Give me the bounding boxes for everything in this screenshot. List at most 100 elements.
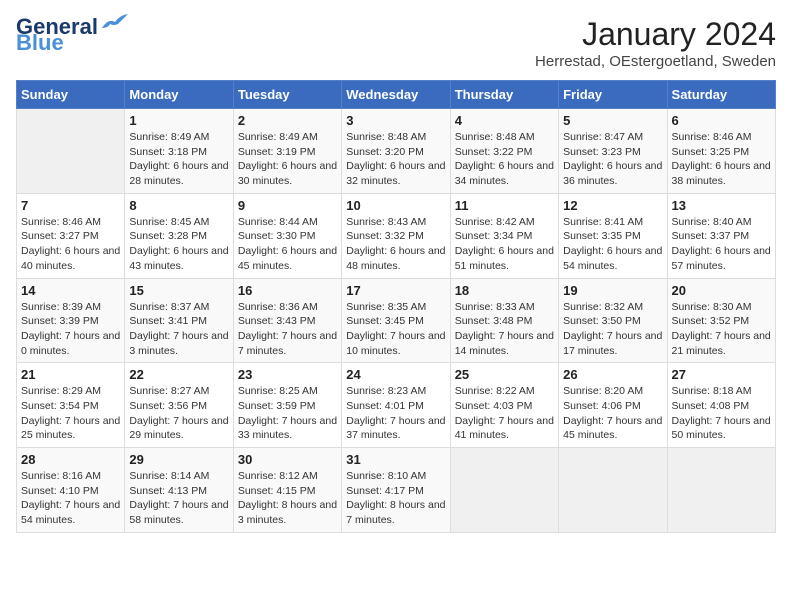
day-number: 27 xyxy=(672,367,771,382)
day-number: 12 xyxy=(563,198,662,213)
day-number: 6 xyxy=(672,113,771,128)
day-number: 31 xyxy=(346,452,445,467)
day-detail: Sunrise: 8:49 AM Sunset: 3:18 PM Dayligh… xyxy=(129,130,228,189)
day-number: 20 xyxy=(672,283,771,298)
logo: General Blue xyxy=(16,16,130,56)
day-detail: Sunrise: 8:48 AM Sunset: 3:20 PM Dayligh… xyxy=(346,130,445,189)
day-detail: Sunrise: 8:22 AM Sunset: 4:03 PM Dayligh… xyxy=(455,384,554,443)
day-number: 10 xyxy=(346,198,445,213)
day-number: 2 xyxy=(238,113,337,128)
calendar-cell: 31 Sunrise: 8:10 AM Sunset: 4:17 PM Dayli… xyxy=(342,448,450,533)
day-detail: Sunrise: 8:18 AM Sunset: 4:08 PM Dayligh… xyxy=(672,384,771,443)
calendar-cell: 27 Sunrise: 8:18 AM Sunset: 4:08 PM Dayli… xyxy=(667,363,775,448)
day-number: 7 xyxy=(21,198,120,213)
calendar-cell: 18 Sunrise: 8:33 AM Sunset: 3:48 PM Dayli… xyxy=(450,278,558,363)
calendar-cell: 29 Sunrise: 8:14 AM Sunset: 4:13 PM Dayli… xyxy=(125,448,233,533)
calendar-cell: 30Sunrise: 8:12 AM Sunset: 4:15 PM Dayli… xyxy=(233,448,341,533)
day-detail: Sunrise: 8:44 AM Sunset: 3:30 PM Dayligh… xyxy=(238,215,337,274)
day-detail: Sunrise: 8:39 AM Sunset: 3:39 PM Dayligh… xyxy=(21,300,120,359)
day-number: 9 xyxy=(238,198,337,213)
day-detail: Sunrise: 8:43 AM Sunset: 3:32 PM Dayligh… xyxy=(346,215,445,274)
calendar-cell: 7 Sunrise: 8:46 AM Sunset: 3:27 PM Daylig… xyxy=(17,193,125,278)
day-number: 5 xyxy=(563,113,662,128)
calendar-cell: 11 Sunrise: 8:42 AM Sunset: 3:34 PM Dayli… xyxy=(450,193,558,278)
day-detail: Sunrise: 8:12 AM Sunset: 4:15 PM Dayligh… xyxy=(238,469,337,528)
day-detail: Sunrise: 8:45 AM Sunset: 3:28 PM Dayligh… xyxy=(129,215,228,274)
day-number: 25 xyxy=(455,367,554,382)
calendar-cell: 15 Sunrise: 8:37 AM Sunset: 3:41 PM Dayli… xyxy=(125,278,233,363)
day-detail: Sunrise: 8:47 AM Sunset: 3:23 PM Dayligh… xyxy=(563,130,662,189)
calendar-header-friday: Friday xyxy=(559,81,667,109)
calendar-week-row: 7 Sunrise: 8:46 AM Sunset: 3:27 PM Daylig… xyxy=(17,193,776,278)
day-detail: Sunrise: 8:30 AM Sunset: 3:52 PM Dayligh… xyxy=(672,300,771,359)
calendar-cell: 28Sunrise: 8:16 AM Sunset: 4:10 PM Dayli… xyxy=(17,448,125,533)
calendar-cell: 2 Sunrise: 8:49 AM Sunset: 3:19 PM Daylig… xyxy=(233,109,341,194)
calendar-week-row: 14 Sunrise: 8:39 AM Sunset: 3:39 PM Dayli… xyxy=(17,278,776,363)
day-number: 21 xyxy=(21,367,120,382)
day-number: 15 xyxy=(129,283,228,298)
calendar-header-monday: Monday xyxy=(125,81,233,109)
calendar-cell: 14 Sunrise: 8:39 AM Sunset: 3:39 PM Dayli… xyxy=(17,278,125,363)
day-detail: Sunrise: 8:35 AM Sunset: 3:45 PM Dayligh… xyxy=(346,300,445,359)
day-number: 4 xyxy=(455,113,554,128)
calendar-header-sunday: Sunday xyxy=(17,81,125,109)
day-detail: Sunrise: 8:29 AM Sunset: 3:54 PM Dayligh… xyxy=(21,384,120,443)
calendar-cell: 13 Sunrise: 8:40 AM Sunset: 3:37 PM Dayli… xyxy=(667,193,775,278)
day-detail: Sunrise: 8:41 AM Sunset: 3:35 PM Dayligh… xyxy=(563,215,662,274)
day-detail: Sunrise: 8:42 AM Sunset: 3:34 PM Dayligh… xyxy=(455,215,554,274)
day-number: 26 xyxy=(563,367,662,382)
calendar-cell: 23 Sunrise: 8:25 AM Sunset: 3:59 PM Dayli… xyxy=(233,363,341,448)
calendar-cell xyxy=(450,448,558,533)
day-detail: Sunrise: 8:16 AM Sunset: 4:10 PM Dayligh… xyxy=(21,469,120,528)
page-header: General Blue January 2024 Herrestad, OEs… xyxy=(16,16,776,70)
day-detail: Sunrise: 8:14 AM Sunset: 4:13 PM Dayligh… xyxy=(129,469,228,528)
page-subtitle: Herrestad, OEstergoetland, Sweden xyxy=(535,53,776,70)
day-detail: Sunrise: 8:40 AM Sunset: 3:37 PM Dayligh… xyxy=(672,215,771,274)
calendar-cell: 8 Sunrise: 8:45 AM Sunset: 3:28 PM Daylig… xyxy=(125,193,233,278)
day-number: 23 xyxy=(238,367,337,382)
day-number: 18 xyxy=(455,283,554,298)
day-number: 14 xyxy=(21,283,120,298)
day-detail: Sunrise: 8:48 AM Sunset: 3:22 PM Dayligh… xyxy=(455,130,554,189)
day-number: 19 xyxy=(563,283,662,298)
day-detail: Sunrise: 8:46 AM Sunset: 3:25 PM Dayligh… xyxy=(672,130,771,189)
calendar-header-saturday: Saturday xyxy=(667,81,775,109)
calendar-cell: 3 Sunrise: 8:48 AM Sunset: 3:20 PM Daylig… xyxy=(342,109,450,194)
calendar-cell: 19 Sunrise: 8:32 AM Sunset: 3:50 PM Dayli… xyxy=(559,278,667,363)
calendar-header-tuesday: Tuesday xyxy=(233,81,341,109)
day-number: 11 xyxy=(455,198,554,213)
day-number: 1 xyxy=(129,113,228,128)
day-number: 3 xyxy=(346,113,445,128)
calendar-cell: 6 Sunrise: 8:46 AM Sunset: 3:25 PM Daylig… xyxy=(667,109,775,194)
day-detail: Sunrise: 8:46 AM Sunset: 3:27 PM Dayligh… xyxy=(21,215,120,274)
calendar-cell: 9 Sunrise: 8:44 AM Sunset: 3:30 PM Daylig… xyxy=(233,193,341,278)
calendar-cell: 4 Sunrise: 8:48 AM Sunset: 3:22 PM Daylig… xyxy=(450,109,558,194)
day-number: 8 xyxy=(129,198,228,213)
calendar-header-thursday: Thursday xyxy=(450,81,558,109)
day-detail: Sunrise: 8:20 AM Sunset: 4:06 PM Dayligh… xyxy=(563,384,662,443)
day-detail: Sunrise: 8:27 AM Sunset: 3:56 PM Dayligh… xyxy=(129,384,228,443)
calendar-cell xyxy=(17,109,125,194)
title-section: January 2024 Herrestad, OEstergoetland, … xyxy=(535,16,776,70)
calendar-cell: 21 Sunrise: 8:29 AM Sunset: 3:54 PM Dayli… xyxy=(17,363,125,448)
day-number: 16 xyxy=(238,283,337,298)
day-detail: Sunrise: 8:10 AM Sunset: 4:17 PM Dayligh… xyxy=(346,469,445,528)
day-number: 29 xyxy=(129,452,228,467)
calendar-cell: 12 Sunrise: 8:41 AM Sunset: 3:35 PM Dayli… xyxy=(559,193,667,278)
calendar-header-wednesday: Wednesday xyxy=(342,81,450,109)
calendar-cell: 20 Sunrise: 8:30 AM Sunset: 3:52 PM Dayli… xyxy=(667,278,775,363)
calendar-week-row: 28Sunrise: 8:16 AM Sunset: 4:10 PM Dayli… xyxy=(17,448,776,533)
calendar-cell: 17Sunrise: 8:35 AM Sunset: 3:45 PM Dayli… xyxy=(342,278,450,363)
day-number: 22 xyxy=(129,367,228,382)
day-detail: Sunrise: 8:25 AM Sunset: 3:59 PM Dayligh… xyxy=(238,384,337,443)
day-detail: Sunrise: 8:36 AM Sunset: 3:43 PM Dayligh… xyxy=(238,300,337,359)
calendar-cell xyxy=(559,448,667,533)
calendar-cell: 5 Sunrise: 8:47 AM Sunset: 3:23 PM Daylig… xyxy=(559,109,667,194)
day-detail: Sunrise: 8:49 AM Sunset: 3:19 PM Dayligh… xyxy=(238,130,337,189)
calendar-cell: 16 Sunrise: 8:36 AM Sunset: 3:43 PM Dayli… xyxy=(233,278,341,363)
day-detail: Sunrise: 8:32 AM Sunset: 3:50 PM Dayligh… xyxy=(563,300,662,359)
day-detail: Sunrise: 8:33 AM Sunset: 3:48 PM Dayligh… xyxy=(455,300,554,359)
calendar-cell: 1 Sunrise: 8:49 AM Sunset: 3:18 PM Daylig… xyxy=(125,109,233,194)
day-detail: Sunrise: 8:37 AM Sunset: 3:41 PM Dayligh… xyxy=(129,300,228,359)
day-number: 13 xyxy=(672,198,771,213)
